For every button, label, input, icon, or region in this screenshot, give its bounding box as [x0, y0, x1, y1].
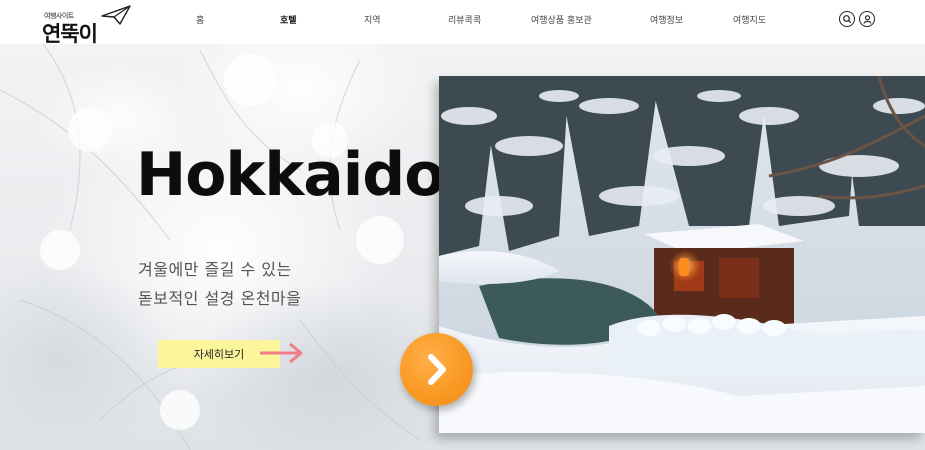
- right-arrow-icon: [260, 342, 303, 364]
- hokkaido-onsen-photo: [439, 76, 925, 433]
- nav-item-home[interactable]: 홈: [196, 13, 204, 26]
- next-slide-button[interactable]: [400, 333, 473, 406]
- hero-subtitle-line-2: 돋보적인 설경 온천마을: [138, 289, 302, 308]
- site-logo[interactable]: 여행사이트 연뚝이: [42, 4, 134, 46]
- search-icon[interactable]: [839, 11, 855, 27]
- hero-subtitle-line-1: 겨울에만 즐길 수 있는: [138, 260, 292, 279]
- hero-title: Hokkaido :: [136, 140, 488, 210]
- site-header: 여행사이트 연뚝이 홈 호텔 지역 리뷰콕콕 여행상품 홍보관 여행정보 여행지…: [0, 0, 925, 46]
- nav-item-promotions[interactable]: 여행상품 홍보관: [531, 13, 592, 26]
- nav-item-travel-info[interactable]: 여행정보: [650, 13, 683, 26]
- nav-item-travel-map[interactable]: 여행지도: [733, 13, 766, 26]
- nav-item-region[interactable]: 지역: [364, 13, 381, 26]
- logo-name: 연뚝이: [42, 22, 98, 46]
- user-icon[interactable]: [859, 11, 875, 27]
- nav-item-hotel[interactable]: 호텔: [280, 13, 297, 26]
- paper-plane-icon: [101, 5, 131, 25]
- nav-item-reviews[interactable]: 리뷰콕콕: [448, 13, 481, 26]
- chevron-right-icon: [428, 354, 446, 385]
